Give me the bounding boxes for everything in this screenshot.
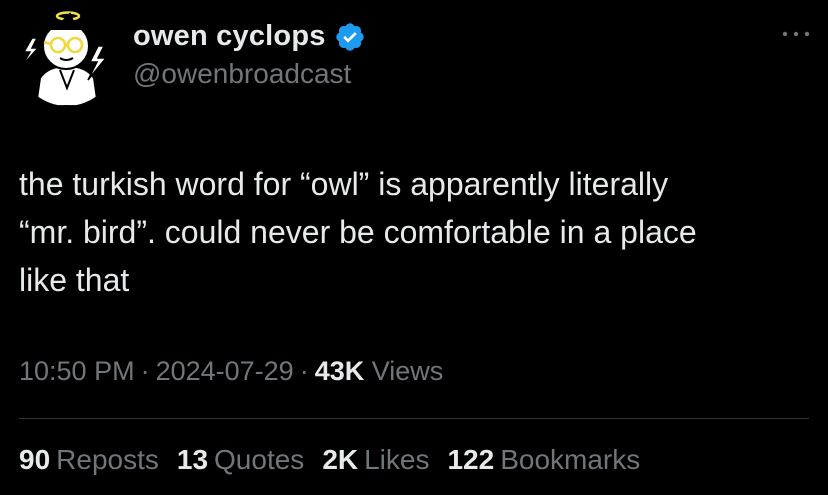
likes-count: 2K — [322, 444, 359, 475]
author-handle[interactable]: @owenbroadcast — [133, 58, 351, 90]
quotes-label: Quotes — [214, 444, 305, 475]
views-label: Views — [371, 356, 444, 386]
avatar[interactable] — [18, 8, 116, 106]
tweet-time[interactable]: 10:50 PM — [19, 356, 135, 386]
quotes-count: 13 — [176, 444, 209, 475]
bookmarks-count: 122 — [447, 444, 495, 475]
author-display-name[interactable]: owen cyclops — [133, 20, 326, 53]
divider — [19, 418, 809, 419]
tweet-detail: owen cyclops @owenbroadcast the turkish … — [0, 0, 828, 495]
bookmarks-label: Bookmarks — [500, 444, 641, 475]
author-name-row[interactable]: owen cyclops — [133, 20, 366, 53]
likes-stat[interactable]: 2K Likes — [322, 444, 429, 476]
reposts-label: Reposts — [56, 444, 159, 475]
engagement-stats: 90 Reposts 13 Quotes 2K Likes 122 Bookmarks — [19, 444, 640, 476]
bookmarks-stat[interactable]: 122 Bookmarks — [447, 444, 640, 476]
tweet-meta: 10:50 PM · 2024-07-29 · 43K Views — [19, 356, 443, 387]
verified-badge-icon[interactable] — [334, 21, 366, 53]
views-count: 43K — [314, 356, 365, 386]
meta-separator: · — [140, 356, 150, 386]
meta-separator: · — [299, 356, 309, 386]
cartoon-cyclops-avatar-icon — [18, 8, 116, 106]
quotes-stat[interactable]: 13 Quotes — [177, 444, 304, 476]
likes-label: Likes — [364, 444, 430, 475]
reposts-count: 90 — [19, 444, 51, 475]
reposts-stat[interactable]: 90 Reposts — [19, 444, 159, 476]
tweet-text: the turkish word for “owl” is apparently… — [19, 166, 697, 298]
tweet-date[interactable]: 2024-07-29 — [156, 356, 294, 386]
more-options-icon[interactable] — [778, 24, 814, 44]
